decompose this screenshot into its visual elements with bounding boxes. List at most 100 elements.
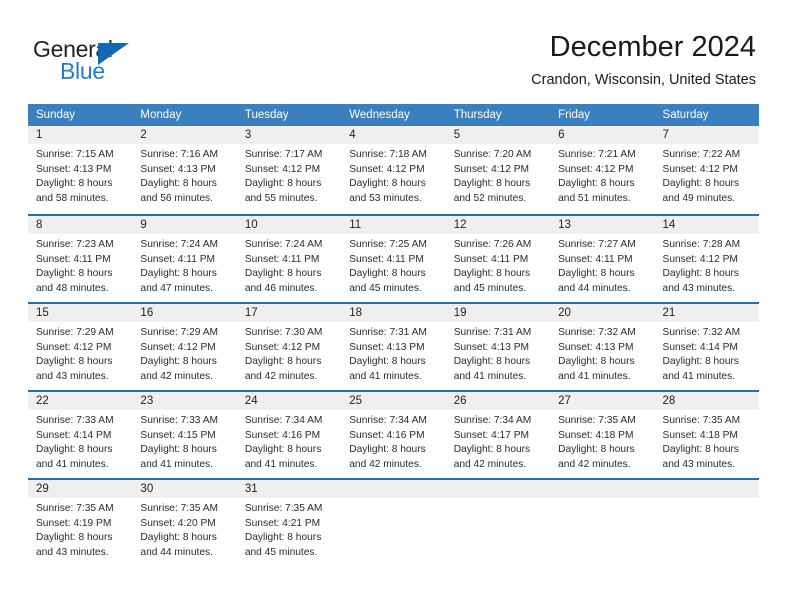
day-sunset-text: Sunset: 4:13 PM bbox=[36, 163, 112, 175]
calendar-day-cell[interactable]: 5 Sunrise: 7:20 AM Sunset: 4:12 PM Daylight… bbox=[445, 126, 551, 214]
day-details: Sunrise: 7:25 AM Sunset: 4:11 PM Daylight:… bbox=[341, 234, 445, 296]
day-daylight-1-text: Daylight: 8 hours bbox=[558, 178, 635, 190]
day-number: 28 bbox=[654, 392, 759, 410]
weekday-header-sunday: Sunday bbox=[36, 109, 76, 121]
day-daylight-2-text: and 45 minutes. bbox=[453, 282, 527, 294]
day-number: 9 bbox=[132, 216, 237, 234]
day-daylight-1-text: Daylight: 8 hours bbox=[453, 444, 531, 456]
day-details: Sunrise: 7:32 AM Sunset: 4:13 PM Daylight:… bbox=[550, 322, 654, 384]
day-number: 22 bbox=[28, 392, 133, 410]
day-daylight-2-text: and 43 minutes. bbox=[662, 458, 736, 470]
calendar-day-cell[interactable]: 9 Sunrise: 7:24 AM Sunset: 4:11 PM Daylight… bbox=[132, 216, 237, 302]
day-number: 17 bbox=[236, 304, 342, 322]
calendar-day-cell[interactable]: 30 Sunrise: 7:35 AM Sunset: 4:20 PM Dayligh… bbox=[132, 480, 237, 566]
day-details: Sunrise: 7:35 AM Sunset: 4:21 PM Daylight:… bbox=[237, 498, 341, 560]
calendar-day-cell[interactable]: 24 Sunrise: 7:34 AM Sunset: 4:16 PM Dayligh… bbox=[236, 392, 342, 478]
weekday-header-saturday: Saturday bbox=[662, 109, 709, 121]
day-sunset-text: Sunset: 4:12 PM bbox=[36, 341, 112, 353]
day-daylight-2-text: and 41 minutes. bbox=[349, 370, 422, 382]
calendar-day-cell[interactable]: 29 Sunrise: 7:35 AM Sunset: 4:19 PM Dayligh… bbox=[28, 480, 133, 566]
calendar-day-cell[interactable]: 21 Sunrise: 7:32 AM Sunset: 4:14 PM Dayligh… bbox=[654, 304, 759, 390]
day-daylight-2-text: and 44 minutes. bbox=[140, 546, 213, 558]
calendar-day-cell[interactable]: 27 Sunrise: 7:35 AM Sunset: 4:18 PM Dayligh… bbox=[550, 392, 655, 478]
calendar-day-cell[interactable]: 31 Sunrise: 7:35 AM Sunset: 4:21 PM Dayligh… bbox=[236, 480, 342, 566]
day-number: 15 bbox=[28, 304, 133, 322]
calendar-day-cell[interactable]: 6 Sunrise: 7:21 AM Sunset: 4:12 PM Daylight… bbox=[550, 126, 655, 214]
calendar-day-cell[interactable]: 22 Sunrise: 7:33 AM Sunset: 4:14 PM Dayligh… bbox=[28, 392, 133, 478]
weekday-header-monday: Monday bbox=[140, 109, 182, 121]
calendar-day-cell[interactable]: 11 Sunrise: 7:25 AM Sunset: 4:11 PM Dayligh… bbox=[341, 216, 446, 302]
day-details: Sunrise: 7:35 AM Sunset: 4:20 PM Daylight:… bbox=[132, 498, 236, 560]
calendar-week-row: 8 Sunrise: 7:23 AM Sunset: 4:11 PM Daylight… bbox=[28, 214, 759, 302]
day-sunset-text: Sunset: 4:16 PM bbox=[244, 429, 321, 441]
day-daylight-2-text: and 42 minutes. bbox=[453, 458, 527, 470]
day-daylight-1-text: Daylight: 8 hours bbox=[349, 444, 426, 456]
day-sunrise-text: Sunrise: 7:24 AM bbox=[140, 239, 219, 250]
day-sunset-text: Sunset: 4:13 PM bbox=[558, 341, 634, 353]
calendar-day-cell-empty bbox=[341, 480, 446, 566]
page-title: December 2024 bbox=[549, 31, 756, 63]
day-sunset-text: Sunset: 4:12 PM bbox=[244, 163, 321, 175]
weekday-header-friday: Friday bbox=[558, 109, 591, 121]
calendar-day-cell[interactable]: 15 Sunrise: 7:29 AM Sunset: 4:12 PM Dayligh… bbox=[28, 304, 133, 390]
day-daylight-2-text: and 42 minutes. bbox=[558, 458, 631, 470]
day-number: 21 bbox=[654, 304, 759, 322]
calendar-day-cell[interactable]: 16 Sunrise: 7:29 AM Sunset: 4:12 PM Dayligh… bbox=[132, 304, 237, 390]
day-daylight-1-text: Daylight: 8 hours bbox=[453, 268, 531, 280]
calendar-day-cell[interactable]: 25 Sunrise: 7:34 AM Sunset: 4:16 PM Dayligh… bbox=[341, 392, 446, 478]
day-details: Sunrise: 7:24 AM Sunset: 4:11 PM Daylight:… bbox=[132, 234, 236, 296]
day-details: Sunrise: 7:27 AM Sunset: 4:11 PM Daylight:… bbox=[550, 234, 654, 296]
day-daylight-1-text: Daylight: 8 hours bbox=[140, 268, 217, 280]
day-number: 19 bbox=[445, 304, 551, 322]
calendar-day-cell[interactable]: 17 Sunrise: 7:30 AM Sunset: 4:12 PM Dayligh… bbox=[236, 304, 342, 390]
day-daylight-1-text: Daylight: 8 hours bbox=[36, 444, 113, 456]
day-number: 31 bbox=[236, 480, 342, 498]
calendar-day-cell[interactable]: 10 Sunrise: 7:24 AM Sunset: 4:11 PM Dayligh… bbox=[236, 216, 342, 302]
day-details: Sunrise: 7:23 AM Sunset: 4:11 PM Daylight:… bbox=[28, 234, 132, 296]
day-sunset-text: Sunset: 4:11 PM bbox=[349, 253, 424, 265]
day-daylight-1-text: Daylight: 8 hours bbox=[244, 178, 322, 190]
day-daylight-2-text: and 58 minutes. bbox=[36, 192, 109, 204]
calendar-day-cell[interactable]: 26 Sunrise: 7:34 AM Sunset: 4:17 PM Dayligh… bbox=[445, 392, 551, 478]
day-details: Sunrise: 7:26 AM Sunset: 4:11 PM Daylight:… bbox=[446, 234, 550, 296]
day-daylight-1-text: Daylight: 8 hours bbox=[140, 444, 217, 456]
day-daylight-2-text: and 43 minutes. bbox=[36, 370, 109, 382]
calendar-day-cell[interactable]: 23 Sunrise: 7:33 AM Sunset: 4:15 PM Dayligh… bbox=[132, 392, 237, 478]
day-sunrise-text: Sunrise: 7:28 AM bbox=[662, 239, 741, 250]
day-sunrise-text: Sunrise: 7:26 AM bbox=[453, 239, 532, 250]
day-details: Sunrise: 7:34 AM Sunset: 4:16 PM Daylight:… bbox=[341, 410, 445, 472]
day-details: Sunrise: 7:29 AM Sunset: 4:12 PM Daylight:… bbox=[132, 322, 236, 384]
day-daylight-2-text: and 41 minutes. bbox=[244, 458, 318, 470]
calendar-day-cell[interactable]: 14 Sunrise: 7:28 AM Sunset: 4:12 PM Dayligh… bbox=[654, 216, 759, 302]
calendar-page: General Blue December 2024 Crandon, Wisc… bbox=[0, 0, 792, 612]
day-details: Sunrise: 7:35 AM Sunset: 4:19 PM Daylight:… bbox=[28, 498, 132, 560]
day-number: 8 bbox=[28, 216, 133, 234]
calendar-day-cell[interactable]: 20 Sunrise: 7:32 AM Sunset: 4:13 PM Dayligh… bbox=[550, 304, 655, 390]
calendar-day-cell[interactable]: 3 Sunrise: 7:17 AM Sunset: 4:12 PM Daylight… bbox=[236, 126, 342, 214]
day-number: 29 bbox=[28, 480, 133, 498]
calendar-day-cell[interactable]: 28 Sunrise: 7:35 AM Sunset: 4:18 PM Dayligh… bbox=[654, 392, 759, 478]
day-daylight-2-text: and 43 minutes. bbox=[662, 282, 736, 294]
day-sunrise-text: Sunrise: 7:32 AM bbox=[662, 327, 741, 338]
calendar-day-cell[interactable]: 19 Sunrise: 7:31 AM Sunset: 4:13 PM Dayligh… bbox=[445, 304, 551, 390]
day-details: Sunrise: 7:32 AM Sunset: 4:14 PM Daylight:… bbox=[655, 322, 759, 384]
calendar-day-cell[interactable]: 7 Sunrise: 7:22 AM Sunset: 4:12 PM Daylight… bbox=[654, 126, 759, 214]
calendar-day-cell[interactable]: 18 Sunrise: 7:31 AM Sunset: 4:13 PM Dayligh… bbox=[341, 304, 446, 390]
day-number: 5 bbox=[445, 126, 551, 144]
day-number bbox=[341, 480, 446, 498]
day-daylight-2-text: and 45 minutes. bbox=[244, 546, 318, 558]
calendar-day-cell[interactable]: 2 Sunrise: 7:16 AM Sunset: 4:13 PM Daylight… bbox=[132, 126, 237, 214]
day-number bbox=[445, 480, 551, 498]
calendar-day-cell[interactable]: 12 Sunrise: 7:26 AM Sunset: 4:11 PM Dayligh… bbox=[445, 216, 551, 302]
day-daylight-1-text: Daylight: 8 hours bbox=[244, 444, 322, 456]
day-sunset-text: Sunset: 4:12 PM bbox=[662, 163, 738, 175]
day-daylight-2-text: and 41 minutes. bbox=[36, 458, 109, 470]
day-daylight-1-text: Daylight: 8 hours bbox=[558, 268, 635, 280]
calendar-day-cell[interactable]: 13 Sunrise: 7:27 AM Sunset: 4:11 PM Dayligh… bbox=[550, 216, 655, 302]
calendar-day-cell[interactable]: 1 Sunrise: 7:15 AM Sunset: 4:13 PM Daylight… bbox=[28, 126, 133, 214]
calendar-day-cell[interactable]: 8 Sunrise: 7:23 AM Sunset: 4:11 PM Daylight… bbox=[28, 216, 133, 302]
day-sunrise-text: Sunrise: 7:21 AM bbox=[558, 149, 636, 160]
day-number: 11 bbox=[341, 216, 446, 234]
calendar-day-cell[interactable]: 4 Sunrise: 7:18 AM Sunset: 4:12 PM Daylight… bbox=[341, 126, 446, 214]
calendar-day-cell-empty bbox=[445, 480, 551, 566]
